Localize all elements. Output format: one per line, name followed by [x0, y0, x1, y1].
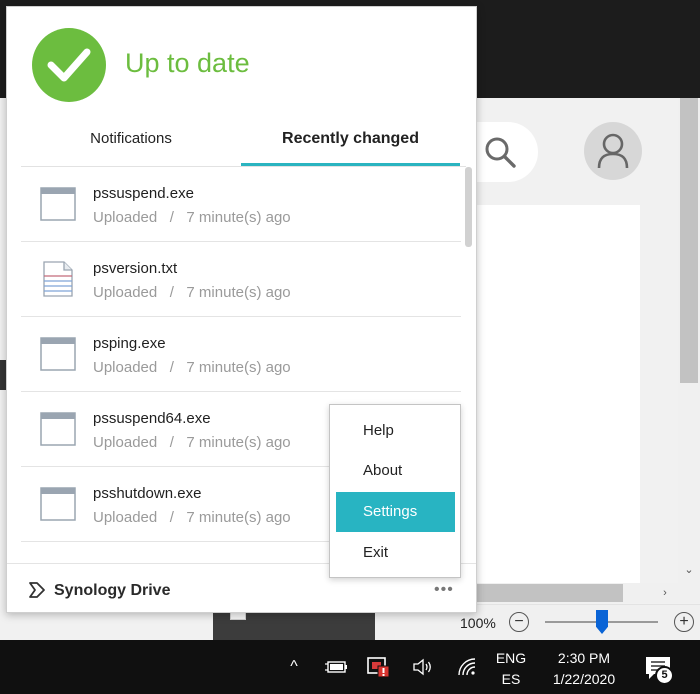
file-status: Uploaded / 7 minute(s) ago	[93, 509, 291, 526]
tab-notifications[interactable]: Notifications	[21, 118, 241, 166]
system-clock[interactable]: 2:30 PM 1/22/2020	[536, 648, 632, 690]
keyboard-layout-label: ES	[501, 671, 521, 687]
notification-count-badge: 5	[655, 666, 674, 685]
file-time: 7 minute(s) ago	[186, 284, 291, 301]
background-search-button[interactable]	[470, 122, 538, 182]
separator: /	[169, 509, 174, 526]
user-icon	[597, 133, 629, 169]
app-brand-name: Synology Drive	[54, 582, 171, 599]
file-status: Uploaded / 7 minute(s) ago	[93, 359, 291, 376]
list-item[interactable]: psversion.txt Uploaded / 7 minute(s) ago	[21, 242, 461, 317]
separator: /	[169, 434, 174, 451]
file-status: Uploaded / 7 minute(s) ago	[93, 209, 291, 226]
menu-item-settings[interactable]: Settings	[336, 492, 455, 532]
file-status: Uploaded / 7 minute(s) ago	[93, 284, 291, 301]
network-tray-button[interactable]	[452, 640, 482, 694]
file-name: pssuspend64.exe	[93, 410, 211, 427]
file-list-scrollbar[interactable]	[465, 167, 472, 247]
file-name: psversion.txt	[93, 260, 178, 277]
menu-item-about[interactable]: About	[336, 451, 455, 491]
menu-item-exit[interactable]: Exit	[336, 533, 455, 573]
window-file-icon	[40, 412, 76, 446]
zoom-level: 100%	[460, 615, 496, 631]
file-time: 7 minute(s) ago	[186, 359, 291, 376]
scroll-down-arrow-icon[interactable]: ⌄	[680, 560, 698, 580]
synology-drive-tray-icon	[367, 657, 390, 678]
file-action: Uploaded	[93, 509, 158, 526]
file-name: psping.exe	[93, 335, 166, 352]
wifi-icon	[458, 658, 476, 676]
file-action: Uploaded	[93, 359, 158, 376]
taskbar: ^ ENG ES 2:30 PM 1/22/2020	[0, 640, 700, 694]
search-icon	[485, 137, 516, 168]
avatar[interactable]	[584, 122, 642, 180]
input-language-indicator[interactable]: ENG ES	[488, 648, 534, 690]
battery-charging-icon	[325, 661, 347, 673]
file-action: Uploaded	[93, 209, 158, 226]
file-time: 7 minute(s) ago	[186, 509, 291, 526]
checkmark-icon	[47, 48, 91, 82]
window-file-icon	[40, 187, 76, 221]
separator: /	[169, 284, 174, 301]
file-time: 7 minute(s) ago	[186, 434, 291, 451]
battery-tray-button[interactable]	[322, 640, 352, 694]
file-status: Uploaded / 7 minute(s) ago	[93, 434, 291, 451]
window-file-icon	[40, 337, 76, 371]
chevron-up-icon: ^	[290, 658, 298, 675]
zoom-out-button[interactable]: −	[509, 612, 529, 632]
file-time: 7 minute(s) ago	[186, 209, 291, 226]
window-file-icon	[40, 487, 76, 521]
synology-drive-tray-button[interactable]	[363, 640, 395, 694]
background-content-area	[470, 205, 640, 583]
tab-recently-changed[interactable]: Recently changed	[241, 118, 460, 166]
file-name: pssuspend.exe	[93, 185, 194, 202]
language-label: ENG	[495, 650, 527, 666]
synology-drive-logo-icon	[29, 582, 45, 598]
file-name: psshutdown.exe	[93, 485, 202, 502]
file-action: Uploaded	[93, 434, 158, 451]
more-options-button[interactable]: •••	[434, 581, 454, 599]
show-hidden-icons-button[interactable]: ^	[282, 640, 306, 694]
background-vertical-scroll-thumb[interactable]	[680, 98, 698, 383]
list-item[interactable]: psping.exe Uploaded / 7 minute(s) ago	[21, 317, 461, 392]
scroll-right-arrow-icon[interactable]: ›	[655, 583, 675, 603]
separator: /	[169, 359, 174, 376]
separator: /	[169, 209, 174, 226]
text-file-icon	[43, 261, 73, 297]
sync-status-text: Up to date	[125, 48, 250, 78]
sync-status-check-icon	[32, 28, 106, 102]
more-options-menu: Help About Settings Exit	[329, 404, 461, 578]
volume-tray-button[interactable]	[408, 640, 438, 694]
speaker-icon	[413, 658, 431, 676]
list-item[interactable]: pssuspend.exe Uploaded / 7 minute(s) ago	[21, 167, 461, 242]
zoom-in-button[interactable]: +	[674, 612, 694, 632]
clock-time: 2:30 PM	[557, 650, 611, 666]
menu-item-help[interactable]: Help	[336, 411, 455, 451]
file-action: Uploaded	[93, 284, 158, 301]
clock-date: 1/22/2020	[552, 671, 616, 687]
